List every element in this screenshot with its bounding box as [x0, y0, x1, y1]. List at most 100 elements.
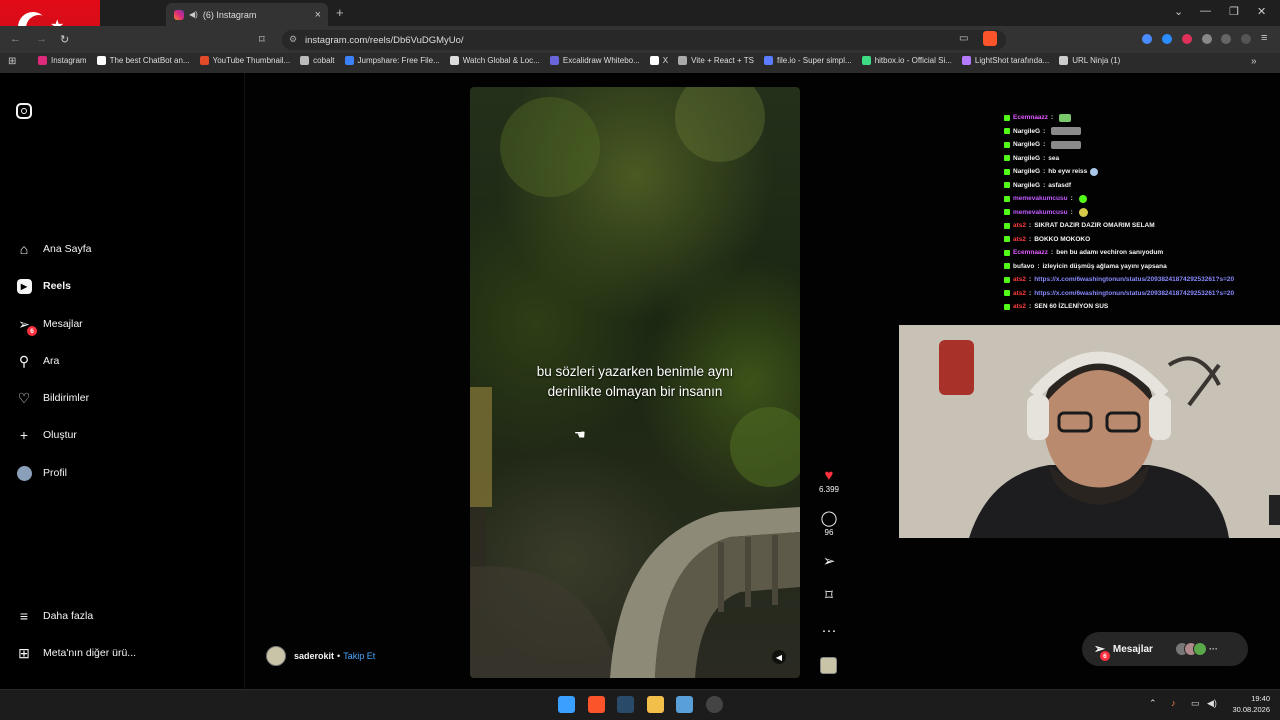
chat-badge-icon [1004, 182, 1010, 189]
bookmark-favicon-icon [549, 56, 559, 65]
extension-audio-icon[interactable] [1142, 34, 1152, 44]
sidebar-item-more[interactable]: ≡ Daha fazla [16, 608, 93, 624]
author-avatar[interactable] [266, 646, 286, 666]
mute-icon[interactable]: ◀ [772, 650, 786, 664]
bookmark-item[interactable]: hitbox.io - Official Si... [861, 56, 952, 65]
file-explorer-icon[interactable] [647, 696, 664, 713]
sidebar-item-messages[interactable]: ➢ 6 Mesajlar [16, 316, 83, 336]
send-icon: ➢ [822, 553, 836, 570]
tab-search-chevron-icon[interactable]: ⌄ [1174, 5, 1183, 18]
sidebar-item-reels[interactable]: ▶ Reels [16, 278, 71, 294]
bookmark-item[interactable]: Vite + React + TS [678, 56, 754, 65]
network-icon[interactable]: ▭ [1191, 698, 1200, 709]
reload-icon[interactable]: ↻ [60, 33, 69, 46]
bookmark-item[interactable]: X [649, 56, 668, 65]
brave-browser-icon[interactable] [588, 696, 605, 713]
bookmark-item[interactable]: YouTube Thumbnail... [199, 56, 290, 65]
chat-badge-icon [1004, 290, 1010, 297]
like-button[interactable]: ♥ 6.399 [818, 467, 840, 494]
active-tab[interactable]: ◀) (6) Instagram × [166, 3, 328, 26]
site-info-icon[interactable]: ⚙ [289, 34, 297, 45]
minimize-button[interactable]: — [1200, 5, 1211, 17]
emote-icon [1051, 140, 1082, 149]
app-icon[interactable] [706, 696, 723, 713]
bookmark-favicon-icon [763, 56, 773, 65]
chat-badge-icon [1004, 209, 1010, 216]
avatar [1192, 642, 1207, 656]
steam-icon[interactable] [617, 696, 634, 713]
caption-line: bu sözleri yazarken benimle aynı [536, 364, 734, 379]
back-icon[interactable]: ← [10, 33, 21, 45]
share-button[interactable]: ➢ [818, 553, 840, 571]
more-bookmarks-chevron-icon[interactable]: » [1251, 56, 1257, 67]
chat-line: ats2: https://x.com/6washingtonun/status/… [1004, 287, 1280, 301]
instagram-logo-icon[interactable] [16, 103, 32, 119]
url-field[interactable]: ⚙ instagram.com/reels/Db6VuDGMyUo/ [282, 30, 1006, 50]
emote-icon [1090, 167, 1099, 176]
bookmark-page-icon[interactable]: ⌑ [259, 33, 265, 46]
bookmark-item[interactable]: LightShot tarafında... [961, 56, 1049, 65]
sidebar-item-create[interactable]: + Oluştur [16, 427, 77, 443]
bookmark-item[interactable]: Instagram [38, 56, 87, 65]
sidebar-item-label: Ana Sayfa [43, 243, 92, 255]
extension-red-icon[interactable] [1182, 34, 1192, 44]
sidebar-item-label: Daha fazla [43, 610, 94, 622]
volume-icon[interactable]: ◀) [1207, 698, 1217, 709]
bookmark-item[interactable]: URL Ninja (1) [1059, 56, 1120, 65]
chat-line: NargileG: hb eyw reiss [1004, 165, 1280, 179]
extensions-puzzle-icon[interactable] [1202, 34, 1212, 44]
window-close-button[interactable]: ✕ [1257, 5, 1266, 18]
bookmark-item[interactable]: Watch Global & Loc... [449, 56, 540, 65]
maximize-button[interactable]: ❐ [1229, 5, 1239, 18]
brave-shield-icon[interactable] [983, 31, 997, 46]
microphone-icon[interactable]: ♪ [1171, 698, 1176, 708]
audio-thumbnail[interactable] [820, 657, 837, 674]
like-count: 6.399 [818, 485, 840, 494]
media-icon[interactable] [1221, 34, 1231, 44]
comment-button[interactable]: ◯ 96 [818, 510, 840, 537]
sidebar-item-profile[interactable]: Profil [16, 465, 67, 481]
follow-button[interactable]: Takip Et [343, 651, 375, 661]
bookmark-item[interactable]: Excalidraw Whitebo... [549, 56, 640, 65]
photos-app-icon[interactable] [676, 696, 693, 713]
messages-badge: 6 [1099, 651, 1110, 661]
vpn-icon[interactable] [1241, 34, 1251, 44]
windows-start-icon[interactable] [558, 696, 575, 713]
sidebar-item-search[interactable]: ⚲ Ara [16, 353, 59, 369]
extension-blue-icon[interactable] [1162, 34, 1172, 44]
chat-line: NargileG: sea [1004, 152, 1280, 166]
sidebar-item-meta-apps[interactable]: ⊞ Meta'nın diğer ürü... [16, 645, 136, 661]
caption-line: derinlikte olmayan bir insanın [547, 384, 723, 399]
chat-badge-icon [1004, 222, 1010, 229]
browser-menu-icon[interactable]: ≡ [1261, 32, 1267, 44]
comment-count: 96 [824, 528, 834, 537]
separator-dot: • [337, 651, 341, 661]
chat-badge-icon [1004, 168, 1010, 175]
sidebar-item-home[interactable]: ⌂ Ana Sayfa [16, 241, 92, 257]
cast-icon[interactable]: ▭ [959, 33, 968, 44]
bookmark-item[interactable]: cobalt [300, 56, 335, 65]
tab-close-icon[interactable]: × [315, 9, 321, 21]
emote-icon [1078, 207, 1088, 217]
bookmark-item[interactable]: Jumpshare: Free File... [344, 56, 440, 65]
save-button[interactable]: ⌑ [818, 587, 840, 605]
messages-badge: 6 [27, 326, 37, 336]
plus-icon: + [19, 427, 29, 443]
apps-grid-icon[interactable]: ⊞ [8, 56, 16, 67]
taskbar-clock[interactable]: 19:40 30.08.2026 [1222, 693, 1270, 715]
bookmark-favicon-icon [199, 56, 209, 65]
sidebar-item-notifications[interactable]: ♡ Bildirimler [16, 390, 89, 406]
home-icon: ⌂ [19, 241, 29, 257]
bookmark-favicon-icon [1059, 56, 1069, 65]
chat-badge-icon [1004, 236, 1010, 243]
tray-chevron-icon[interactable]: ⌃ [1149, 698, 1157, 709]
speaker-icon[interactable]: ◀) [189, 10, 198, 19]
new-tab-button[interactable]: + [336, 5, 344, 20]
bookmark-item[interactable]: The best ChatBot an... [96, 56, 190, 65]
bookmark-favicon-icon [38, 56, 47, 65]
forward-icon[interactable]: → [36, 33, 47, 45]
bookmark-item[interactable]: file.io - Super simpl... [763, 56, 852, 65]
messages-pill-button[interactable]: ➢ 6 Mesajlar ··· [1082, 632, 1248, 666]
author-name[interactable]: saderokit [294, 651, 334, 661]
more-options-button[interactable]: ··· [818, 622, 840, 640]
